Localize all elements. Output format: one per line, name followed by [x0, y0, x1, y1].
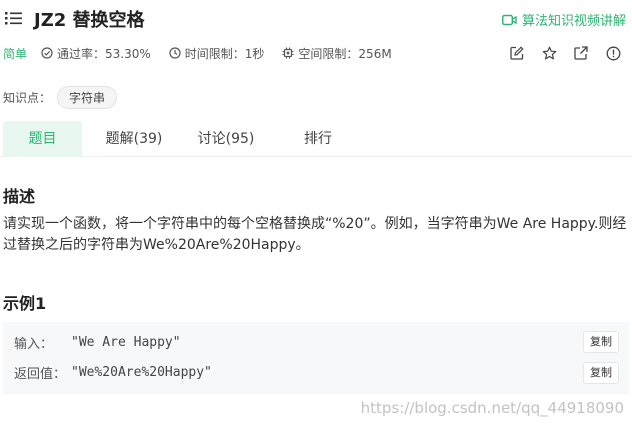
problem-meta: 简单 通过率：53.30% 时间限制：1秒 空间限制：256M	[3, 44, 410, 62]
problem-tabs: 题目 题解(39) 讨论(95) 排行	[0, 121, 632, 157]
problem-title: JZ2 替换空格	[34, 10, 145, 31]
list-menu-icon[interactable]	[5, 10, 23, 26]
output-value: "We%20Are%20Happy"	[71, 364, 212, 380]
problem-header: JZ2 替换空格 算法知识视频讲解	[0, 0, 632, 38]
copy-input-button[interactable]: 复制	[583, 331, 619, 353]
star-icon[interactable]	[540, 44, 558, 62]
description-heading: 描述	[3, 187, 36, 206]
video-link-label: 算法知识视频讲解	[521, 14, 626, 29]
tab-problem[interactable]: 题目	[3, 121, 82, 157]
example-box: 输入： "We Are Happy" 复制 返回值： "We%20Are%20H…	[3, 322, 629, 394]
clock-icon	[169, 47, 181, 59]
video-icon	[502, 14, 517, 25]
chip-icon	[282, 47, 294, 59]
watermark-text: https://blog.csdn.net/qq_44918090	[360, 399, 624, 417]
knowledge-label: 知识点：	[3, 91, 52, 105]
knowledge-points: 知识点： 字符串	[3, 86, 118, 109]
input-label: 输入：	[14, 336, 54, 352]
edit-icon[interactable]	[508, 44, 526, 62]
tab-ranking[interactable]: 排行	[279, 121, 357, 157]
time-limit-label: 时间限制：1秒	[184, 46, 265, 61]
input-value: "We Are Happy"	[71, 334, 181, 350]
check-circle-icon	[41, 47, 53, 59]
space-limit-label: 空间限制：256M	[298, 46, 392, 61]
share-icon[interactable]	[572, 44, 590, 62]
tab-solutions[interactable]: 题解(39)	[95, 121, 173, 157]
example-input-row: 输入： "We Are Happy"	[14, 332, 181, 352]
description-text: 请实现一个函数，将一个字符串中的每个空格替换成“%20”。例如，当字符串为We …	[3, 216, 627, 253]
example-output-row: 返回值： "We%20Are%20Happy"	[14, 362, 212, 382]
output-label: 返回值：	[14, 366, 67, 382]
pass-rate-label: 通过率：53.30%	[57, 46, 151, 61]
difficulty-badge: 简单	[3, 46, 28, 61]
copy-output-button[interactable]: 复制	[583, 362, 619, 384]
report-icon[interactable]	[604, 44, 622, 62]
problem-actions	[508, 44, 622, 62]
pass-rate: 通过率：53.30%	[41, 45, 151, 62]
example-heading: 示例1	[3, 294, 47, 313]
video-explanation-link[interactable]: 算法知识视频讲解	[502, 10, 626, 29]
time-limit: 时间限制：1秒	[169, 45, 265, 62]
tab-discussion[interactable]: 讨论(95)	[187, 121, 265, 157]
knowledge-tag-string[interactable]: 字符串	[57, 86, 118, 109]
space-limit: 空间限制：256M	[282, 45, 392, 62]
